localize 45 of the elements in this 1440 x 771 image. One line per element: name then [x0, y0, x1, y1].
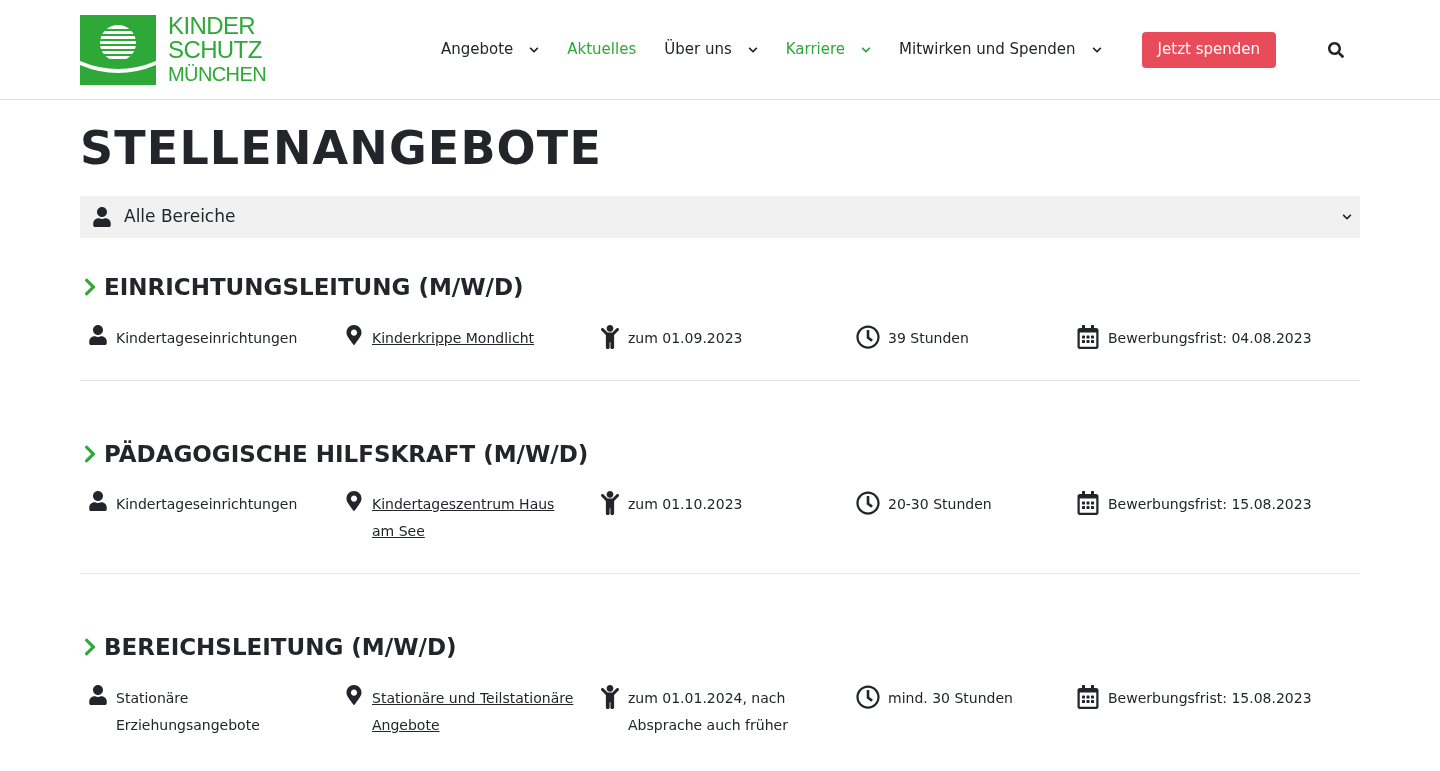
nav-item[interactable]: Angebote: [440, 38, 540, 61]
map-pin-icon: [344, 324, 364, 345]
page-title: STELLENANGEBOTE: [80, 120, 603, 176]
map-pin-icon: [344, 684, 364, 705]
job-detail: 20-30 Stunden: [888, 495, 992, 514]
person-icon: [88, 491, 108, 511]
job-title[interactable]: PÄDAGOGISCHE HILFSKRAFT (M/W/D): [104, 436, 589, 471]
job-detail: zum 01.01.2024, nach Absprache auch früher: [628, 688, 789, 735]
job-detail: Bewerbungsfrist: 15.08.2023: [1108, 495, 1312, 514]
job-title[interactable]: EINRICHTUNGSLEITUNG (M/W/D): [104, 270, 524, 305]
clock-icon: [856, 491, 880, 515]
select-value: Alle Bereiche: [124, 205, 236, 229]
location-link[interactable]: Kindertageszentrum Haus am See: [372, 491, 580, 545]
figure-icon: [600, 684, 620, 709]
map-pin-icon: [344, 491, 364, 511]
nav-item[interactable]: Über uns: [664, 38, 758, 61]
job-detail: zum 01.09.2023: [628, 328, 743, 348]
clock-icon: [856, 324, 880, 349]
donate-button[interactable]: Jetzt spenden: [1141, 31, 1276, 68]
filter-select[interactable]: Alle Bereiche: [80, 196, 1360, 238]
clock-icon: [856, 684, 880, 709]
location-link[interactable]: Stationäre und Teilstationäre Angebote: [372, 684, 580, 739]
logo-wordmark: KINDER SCHUTZ MÜNCHEN: [168, 13, 267, 86]
chevron-icon: [1342, 212, 1352, 222]
logo-icon: [80, 14, 156, 85]
job-detail: Stationäre Erziehungsangebote: [116, 688, 261, 735]
job-detail: mind. 30 Stunden: [888, 688, 1013, 708]
person-icon: [88, 324, 108, 345]
job-detail: Bewerbungsfrist: 15.08.2023: [1108, 688, 1312, 708]
search-icon[interactable]: [1328, 41, 1344, 58]
job-detail: Kindertageseinrichtungen: [116, 328, 298, 348]
nav-item[interactable]: Mitwirken und Spenden: [899, 38, 1102, 61]
job-detail: Kindertageseinrichtungen: [116, 495, 298, 514]
figure-icon: [600, 324, 620, 349]
location-link[interactable]: Kinderkrippe Mondlicht: [372, 324, 535, 352]
job-detail: zum 01.10.2023: [628, 495, 743, 514]
job-title[interactable]: BEREICHSLEITUNG (M/W/D): [104, 630, 457, 665]
calendar-icon: [1076, 324, 1100, 349]
person-icon: [92, 207, 112, 227]
job-detail: Bewerbungsfrist: 04.08.2023: [1108, 328, 1312, 348]
person-icon: [88, 684, 108, 705]
job-detail: 39 Stunden: [888, 328, 969, 348]
figure-icon: [600, 491, 620, 515]
calendar-icon: [1076, 491, 1100, 515]
calendar-icon: [1076, 684, 1100, 709]
